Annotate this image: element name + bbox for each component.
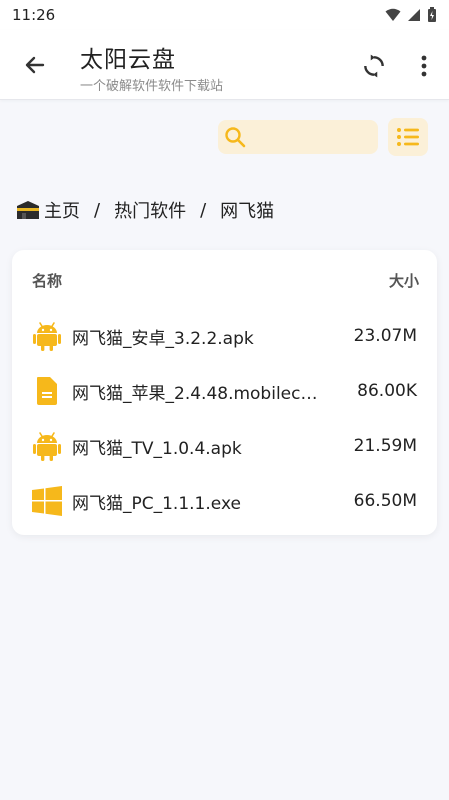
battery-icon [428, 7, 436, 22]
file-name: 网飞猫_安卓_3.2.2.apk [72, 328, 254, 349]
home-icon [17, 201, 39, 219]
more-vertical-icon [421, 55, 427, 77]
breadcrumb-item-hot-software[interactable]: 热门软件 [114, 197, 186, 223]
page-title: 太阳云盘 [80, 47, 176, 73]
wifi-icon [385, 8, 401, 21]
file-size: 86.00K [357, 381, 417, 401]
file-icon [32, 375, 62, 407]
breadcrumb-item-current: 网飞猫 [220, 201, 275, 222]
file-row[interactable]: 网飞猫_PC_1.1.1.exe 66.50M [12, 476, 437, 526]
more-options-button[interactable] [412, 50, 436, 82]
list-icon [397, 128, 419, 146]
breadcrumb-separator: / [94, 199, 101, 221]
file-name: 网飞猫_TV_1.0.4.apk [72, 438, 242, 459]
file-name: 网飞猫_PC_1.1.1.exe [72, 493, 241, 514]
android-icon [32, 430, 62, 462]
refresh-button[interactable] [358, 50, 390, 82]
file-size: 66.50M [353, 491, 417, 511]
breadcrumb-separator: / [200, 199, 207, 221]
page-subtitle: 一个破解软件软件下载站 [80, 79, 224, 94]
refresh-icon [364, 54, 384, 78]
breadcrumb-home-label: 主页 [44, 201, 80, 222]
file-size: 21.59M [353, 436, 417, 456]
app-bar: 太阳云盘 一个破解软件软件下载站 [0, 30, 449, 100]
arrow-left-icon [25, 56, 45, 74]
search-icon [225, 127, 246, 148]
android-icon [32, 320, 62, 352]
file-name: 网飞猫_苹果_2.4.48.mobileconfig [72, 383, 327, 404]
file-list-card: 名称 大小 网飞猫_安卓_3.2.2.apk 23.07M 网飞猫_苹果_2.4… [12, 250, 437, 535]
file-row[interactable]: 网飞猫_苹果_2.4.48.mobileconfig 86.00K [12, 366, 437, 416]
list-view-toggle[interactable] [388, 118, 428, 156]
status-time: 11:26 [12, 6, 56, 24]
column-header-size[interactable]: 大小 [389, 270, 419, 291]
column-header-name[interactable]: 名称 [32, 270, 62, 291]
file-size: 23.07M [353, 326, 417, 346]
search-box[interactable] [218, 120, 378, 154]
status-icons [385, 7, 437, 23]
file-row[interactable]: 网飞猫_安卓_3.2.2.apk 23.07M [12, 311, 437, 361]
status-bar: 11:26 [0, 0, 449, 30]
breadcrumb: 主页 / 热门软件 / 网飞猫 [16, 196, 274, 224]
file-row[interactable]: 网飞猫_TV_1.0.4.apk 21.59M [12, 421, 437, 471]
breadcrumb-home[interactable]: 主页 [16, 197, 80, 223]
table-header: 名称 大小 [12, 270, 437, 294]
search-input[interactable] [252, 129, 372, 145]
signal-icon [408, 9, 420, 21]
back-button[interactable] [20, 50, 50, 80]
windows-icon [32, 485, 62, 517]
